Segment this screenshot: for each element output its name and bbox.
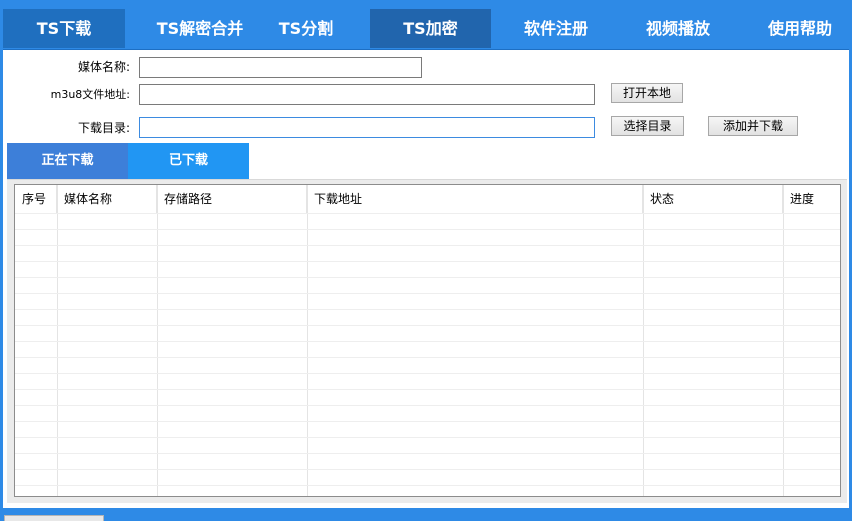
column-header-progress[interactable]: 进度 xyxy=(783,185,840,213)
tab-ts-download[interactable]: TS下载 xyxy=(3,9,125,48)
subtab-downloading[interactable]: 正在下载 xyxy=(7,143,128,179)
row-divider xyxy=(15,485,840,486)
tab-ts-decrypt-merge[interactable]: TS解密合并 xyxy=(140,9,260,48)
row-divider xyxy=(15,469,840,470)
table-header: 序号 媒体名称 存储路径 下载地址 状态 进度 xyxy=(15,185,840,213)
tab-ts-split[interactable]: TS分割 xyxy=(262,9,350,48)
choose-dir-button[interactable]: 选择目录 xyxy=(611,116,684,136)
row-divider xyxy=(15,421,840,422)
add-and-download-button[interactable]: 添加并下载 xyxy=(708,116,798,136)
row-divider xyxy=(15,293,840,294)
media-name-label: 媒体名称: xyxy=(77,60,130,74)
row-divider xyxy=(15,373,840,374)
subtab-downloaded[interactable]: 已下载 xyxy=(128,143,249,179)
row-divider xyxy=(15,277,840,278)
tab-video-play[interactable]: 视频播放 xyxy=(628,9,728,48)
row-divider xyxy=(15,229,840,230)
row-divider xyxy=(15,309,840,310)
download-table[interactable]: 序号 媒体名称 存储路径 下载地址 状态 进度 xyxy=(14,184,841,497)
row-divider xyxy=(15,341,840,342)
column-header-index[interactable]: 序号 xyxy=(15,185,57,213)
m3u8-url-label: m3u8文件地址: xyxy=(50,88,130,101)
m3u8-url-input[interactable] xyxy=(139,84,595,105)
tab-ts-encrypt[interactable]: TS加密 xyxy=(370,9,491,48)
row-divider xyxy=(15,357,840,358)
tab-help[interactable]: 使用帮助 xyxy=(750,9,850,48)
media-name-input[interactable] xyxy=(139,57,422,78)
status-bar xyxy=(0,508,852,521)
download-dir-label: 下载目录: xyxy=(77,121,130,135)
tab-software-register[interactable]: 软件注册 xyxy=(507,9,605,48)
column-header-media-name[interactable]: 媒体名称 xyxy=(57,185,157,213)
window-border-left xyxy=(0,49,3,511)
row-divider xyxy=(15,325,840,326)
row-divider xyxy=(15,453,840,454)
row-divider xyxy=(15,245,840,246)
open-local-button[interactable]: 打开本地 xyxy=(611,83,683,103)
row-divider xyxy=(15,213,840,214)
row-divider xyxy=(15,437,840,438)
status-bar-tab xyxy=(4,515,104,521)
column-header-status[interactable]: 状态 xyxy=(643,185,783,213)
top-nav: TS下载 TS解密合并 TS分割 TS加密 软件注册 视频播放 使用帮助 xyxy=(0,0,852,50)
download-list-panel: 序号 媒体名称 存储路径 下载地址 状态 进度 xyxy=(7,179,847,503)
column-header-download-url[interactable]: 下载地址 xyxy=(307,185,643,213)
row-divider xyxy=(15,261,840,262)
row-divider xyxy=(15,389,840,390)
column-header-storage-path[interactable]: 存储路径 xyxy=(157,185,307,213)
row-divider xyxy=(15,405,840,406)
download-dir-input[interactable] xyxy=(139,117,595,138)
